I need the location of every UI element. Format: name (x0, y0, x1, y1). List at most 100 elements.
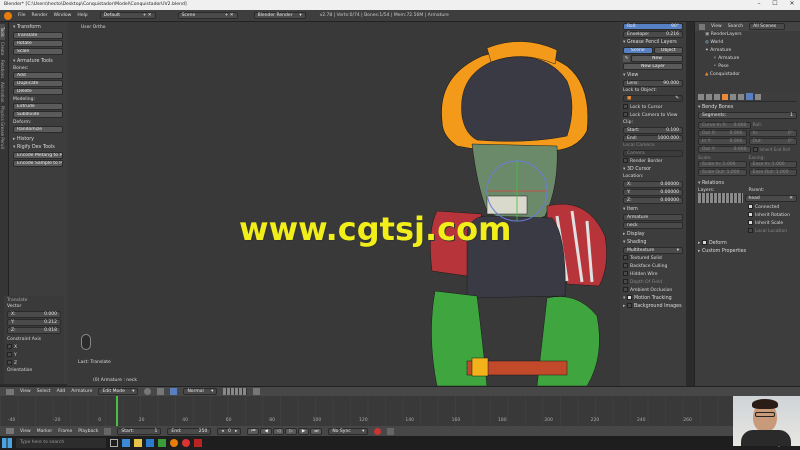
display-panel-header[interactable]: Display (623, 231, 683, 239)
out-x-field[interactable]: Out X: 0.000 (698, 130, 747, 137)
curve-in-x-field[interactable]: Curve In X: 0.000 (698, 122, 751, 129)
manipulator-icon[interactable] (170, 388, 178, 395)
menu-select[interactable]: Select (37, 389, 51, 394)
red-app-icon[interactable] (194, 439, 202, 447)
end-frame-field[interactable]: End: 250 (167, 427, 212, 435)
constraints-tab-icon[interactable] (730, 93, 736, 100)
item-panel-header[interactable]: Item (623, 206, 683, 214)
inherit-scale-checkbox[interactable]: Inherit Scale (698, 220, 797, 228)
ease-out-field[interactable]: Ease Out: 1.000 (748, 169, 797, 176)
edge-browser-icon[interactable] (122, 439, 130, 447)
shading-panel-header[interactable]: Shading (623, 239, 683, 247)
render-border-checkbox[interactable]: Render Border (623, 158, 683, 166)
gp-object-button[interactable]: Object (653, 47, 683, 54)
outliner-item-armature-data[interactable]: ✧ Armature (699, 56, 796, 64)
maximize-icon[interactable]: ☐ (768, 0, 782, 10)
backface-culling-checkbox[interactable]: Backface Culling (623, 263, 683, 271)
bone-constraints-tab-icon[interactable] (755, 93, 761, 100)
scene-select[interactable]: Scene + ✕ (177, 12, 238, 19)
lock-camera-checkbox[interactable]: Lock Camera to View (623, 112, 683, 120)
lens-field[interactable]: Lens: 90.000 (623, 80, 683, 87)
windows-start-icon[interactable] (2, 438, 12, 448)
orientation-select[interactable]: Normal ▾ (183, 388, 218, 395)
segments-field[interactable]: Segments: 1 (698, 112, 797, 119)
data-tab-icon[interactable] (738, 93, 744, 100)
ease-in-field[interactable]: Ease In: 1.000 (748, 161, 797, 168)
tab-animation[interactable]: Animation (0, 80, 5, 104)
outliner-display-select[interactable]: All Scenes (749, 23, 786, 30)
editor-type-icon[interactable] (6, 388, 14, 395)
menu-armature[interactable]: Armature (71, 389, 92, 394)
mode-select[interactable]: Edit Mode ▾ (98, 388, 139, 395)
outliner-type-icon[interactable] (699, 23, 705, 30)
viewport-3d[interactable]: User Ortho www.cgtsj.com Last: Translate… (67, 22, 620, 386)
blender-taskbar-icon[interactable] (170, 439, 178, 447)
render-engine-select[interactable]: Blender Render ▾ (253, 12, 306, 19)
encode-metarig-button[interactable]: Encode Metarig to P... (13, 152, 63, 159)
chrome-icon[interactable] (182, 439, 190, 447)
scale-in-field[interactable]: Scale In: 1.000 (698, 161, 747, 168)
menu-render[interactable]: Render (32, 13, 48, 18)
next-key-icon[interactable]: ▶ (297, 427, 310, 435)
inherit-end-roll-checkbox[interactable]: Inherit End Roll (752, 147, 798, 153)
motion-tracking-header[interactable]: Motion Tracking (623, 295, 683, 303)
start-frame-field[interactable]: Start: 1 (117, 427, 162, 435)
relations-header[interactable]: Relations (698, 180, 797, 188)
textured-solid-checkbox[interactable]: Textured Solid (623, 255, 683, 263)
current-frame-field[interactable]: ◂ 0 ▸ (217, 427, 242, 435)
out-y-field[interactable]: Out Y: 0.000 (698, 146, 751, 153)
rigify-panel-header[interactable]: Rigify Dev Tools (13, 144, 63, 152)
inherit-rotation-checkbox[interactable]: Inherit Rotation (698, 212, 797, 220)
timeline-menu-marker[interactable]: Marker (37, 429, 53, 434)
cursor-z-field[interactable]: Z: 0.00000 (623, 197, 683, 204)
prev-key-icon[interactable]: ◀ (260, 427, 272, 435)
play-reverse-icon[interactable]: ◁ (272, 427, 285, 435)
deform-header[interactable]: Deform (698, 240, 797, 248)
duplicate-bone-button[interactable]: Duplicate (13, 80, 63, 87)
sync-select[interactable]: No Sync ▾ (328, 427, 369, 435)
encode-sample-button[interactable]: Encode Sample to P... (13, 160, 63, 167)
scale-button[interactable]: Scale (13, 48, 63, 55)
render-tab-icon[interactable] (698, 93, 704, 100)
add-bone-button[interactable]: Add (13, 72, 63, 79)
ambient-occlusion-checkbox[interactable]: Ambient Occlusion (623, 287, 683, 295)
vector-y-field[interactable]: Y: 0.212 (7, 319, 61, 326)
screen-layout-select[interactable]: Default + ✕ (99, 12, 156, 19)
parent-field[interactable]: head ✕ (744, 194, 797, 202)
constraint-z-checkbox[interactable]: Z (7, 360, 61, 368)
depth-of-field-checkbox[interactable]: Depth Of Field (623, 279, 683, 287)
roll-out-field[interactable]: Out: 0° (748, 138, 797, 145)
local-camera-field[interactable]: Camera (623, 150, 683, 157)
menu-help[interactable]: Help (77, 13, 87, 18)
clip-start-field[interactable]: Start: 0.100 (623, 127, 683, 134)
store-icon[interactable] (146, 439, 154, 447)
world-tab-icon[interactable] (714, 93, 720, 100)
hidden-wire-checkbox[interactable]: Hidden Wire (623, 271, 683, 279)
randomize-button[interactable]: Randomize (13, 126, 63, 133)
subdivide-button[interactable]: Subdivide (13, 111, 63, 118)
viewport-shading-icon[interactable] (144, 388, 152, 395)
view-panel-header[interactable]: View (623, 72, 683, 80)
outliner-item-armature[interactable]: ✦ Armature (699, 48, 796, 56)
scene-tab-icon[interactable] (706, 93, 712, 100)
tab-physics[interactable]: Physics (0, 104, 5, 122)
item-armature-field[interactable]: Armature (623, 214, 683, 221)
constraint-y-checkbox[interactable]: Y (7, 352, 61, 360)
envelope-field[interactable]: Envelope: 0.216 (623, 31, 683, 38)
task-view-icon[interactable] (110, 439, 118, 447)
roll-in-field[interactable]: In: 0° (748, 130, 797, 137)
gp-new-button[interactable]: New (631, 55, 683, 62)
keying-set-icon[interactable] (387, 427, 395, 435)
search-input[interactable]: Type here to search (16, 438, 106, 448)
minimize-icon[interactable]: – (752, 0, 766, 10)
gp-new-layer-button[interactable]: New Layer (623, 63, 683, 70)
lock-cursor-checkbox[interactable]: Lock to Cursor (623, 104, 683, 112)
outliner-item-renderlayers[interactable]: ▣ RenderLayers (699, 32, 796, 40)
tab-tools[interactable]: Tools (0, 24, 5, 40)
cursor-x-field[interactable]: X: 0.00000 (623, 181, 683, 188)
timeline-menu-view[interactable]: View (20, 429, 31, 434)
vector-z-field[interactable]: Z: 0.018 (7, 327, 61, 334)
jump-start-icon[interactable]: ⏮ (247, 427, 260, 435)
lock-object-field[interactable]: ■ ✎ (623, 95, 683, 102)
outliner-item-world[interactable]: ◍ World (699, 40, 796, 48)
